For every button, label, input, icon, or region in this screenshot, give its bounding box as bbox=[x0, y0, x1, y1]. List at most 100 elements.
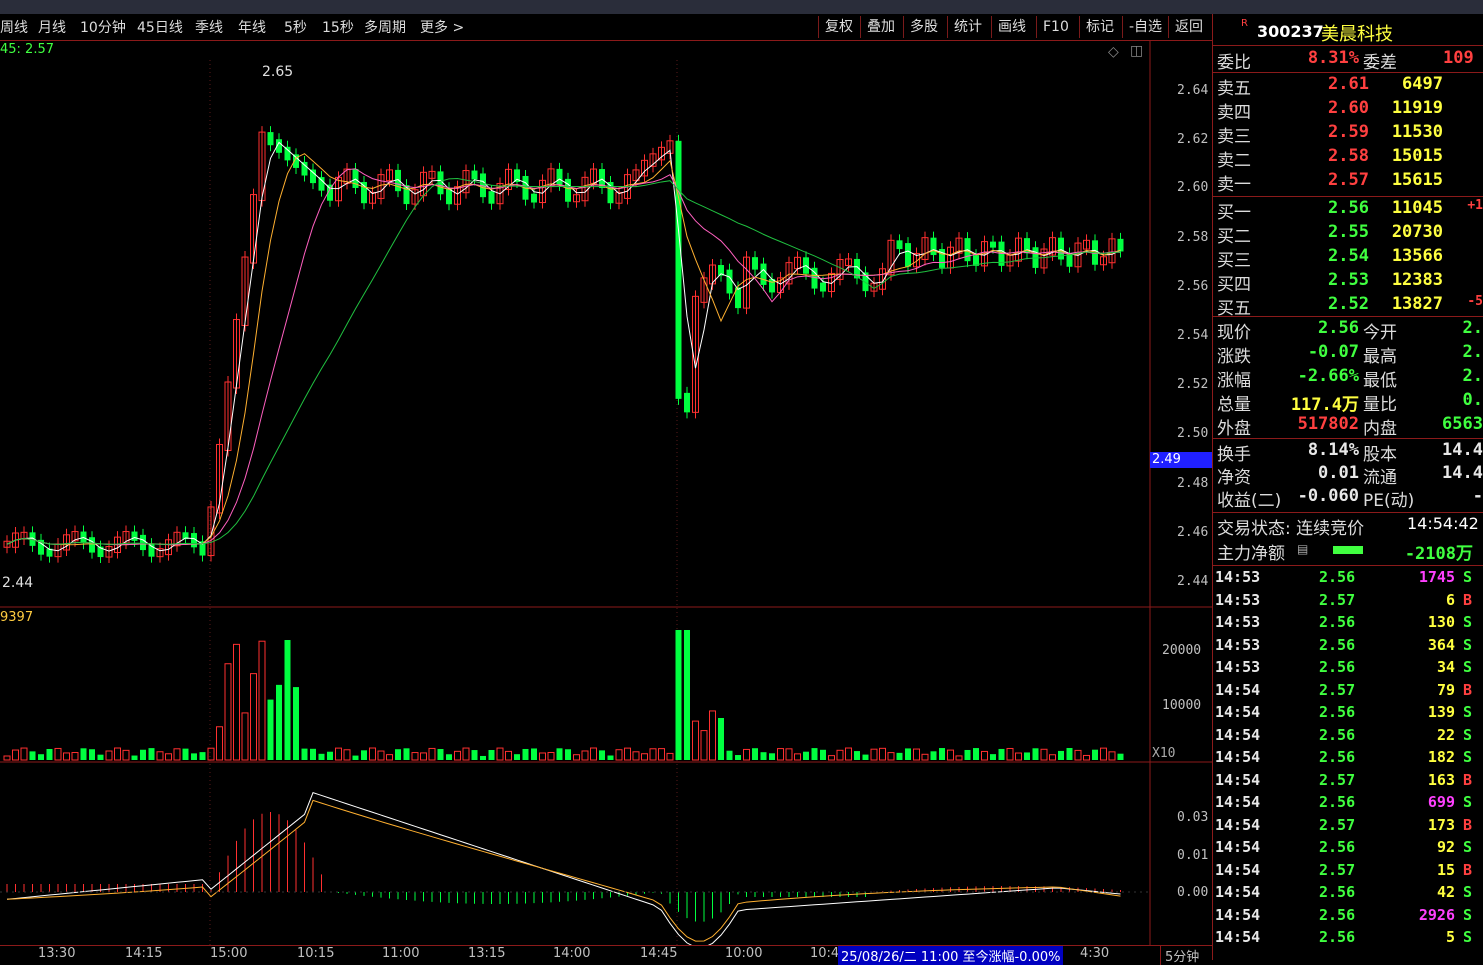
f10-button[interactable]: F10 bbox=[1036, 16, 1075, 38]
panel-toggle-icon[interactable]: ◫ bbox=[1130, 43, 1143, 59]
stats-button[interactable]: 统计 bbox=[947, 16, 988, 38]
trade-row[interactable]: 14:53 2.56 1745 S bbox=[1213, 568, 1483, 590]
trade-row[interactable]: 14:54 2.56 5 S bbox=[1213, 928, 1483, 950]
bid-row[interactable]: 买三 2.54 13566 bbox=[1213, 246, 1483, 271]
mark-button[interactable]: 标记 bbox=[1079, 16, 1120, 38]
ask-row[interactable]: 卖三 2.59 11530 bbox=[1213, 122, 1483, 147]
period-10min[interactable]: 10分钟 bbox=[80, 17, 126, 37]
candle-body bbox=[471, 170, 478, 180]
bid-row[interactable]: 买四 2.53 12383 bbox=[1213, 270, 1483, 295]
crosshair-status: 25/08/26/二 11:00 至今涨幅-0.00% bbox=[838, 946, 1064, 965]
kline-svg[interactable] bbox=[0, 40, 1212, 945]
period-45day[interactable]: 45日线 bbox=[137, 17, 183, 37]
diamond-icon[interactable]: ◇ bbox=[1108, 44, 1119, 60]
stat-value: 2.56 bbox=[1318, 318, 1359, 338]
trade-side: B bbox=[1463, 815, 1473, 834]
trade-row[interactable]: 14:54 2.56 699 S bbox=[1213, 793, 1483, 815]
trade-time: 14:54 bbox=[1215, 860, 1261, 879]
volume-bar bbox=[352, 755, 359, 760]
trade-row[interactable]: 14:54 2.57 15 B bbox=[1213, 861, 1483, 883]
main-flow-value: -2108万 bbox=[1404, 544, 1473, 564]
trade-row[interactable]: 14:54 2.56 2926 S bbox=[1213, 906, 1483, 928]
volume-bar bbox=[658, 748, 665, 761]
bid-row[interactable]: 买五 2.52 13827 -5 bbox=[1213, 294, 1483, 319]
period-5sec[interactable]: 5秒 bbox=[284, 17, 307, 37]
draw-line-button[interactable]: 画线 bbox=[991, 16, 1032, 38]
trade-price: 2.56 bbox=[1319, 905, 1356, 924]
volume-bar bbox=[241, 712, 249, 761]
trade-time: 14:54 bbox=[1215, 928, 1261, 946]
ask-price: 2.57 bbox=[1328, 170, 1369, 190]
period-more[interactable]: 更多 > bbox=[420, 17, 464, 37]
period-15sec[interactable]: 15秒 bbox=[322, 17, 354, 37]
volume-bar bbox=[1092, 749, 1098, 760]
volume-bar bbox=[1040, 748, 1048, 761]
trade-row[interactable]: 14:54 2.56 139 S bbox=[1213, 703, 1483, 725]
volume-bar bbox=[233, 643, 240, 761]
stat-label: 换手 bbox=[1217, 445, 1251, 465]
volume-bar bbox=[38, 754, 44, 760]
bid-volume: 13566 bbox=[1391, 246, 1443, 266]
period-year[interactable]: 年线 bbox=[238, 17, 266, 37]
trade-row[interactable]: 14:54 2.57 173 B bbox=[1213, 816, 1483, 838]
list-icon[interactable]: ▤ bbox=[1297, 542, 1308, 556]
adjust-button[interactable]: 复权 bbox=[818, 16, 859, 38]
volume-bar bbox=[496, 747, 504, 761]
trade-volume: 163 bbox=[1427, 770, 1455, 789]
trade-row[interactable]: 14:54 2.57 79 B bbox=[1213, 681, 1483, 703]
trade-row[interactable]: 14:54 2.56 42 S bbox=[1213, 883, 1483, 905]
stat-label: 最低 bbox=[1363, 371, 1397, 391]
trade-volume: 139 bbox=[1427, 703, 1455, 721]
stat-label: 涨跌 bbox=[1217, 347, 1251, 367]
bid-row[interactable]: 买二 2.55 20730 bbox=[1213, 222, 1483, 247]
watchlist-button[interactable]: -自选 bbox=[1122, 16, 1168, 38]
period-indicator[interactable]: 5分钟 bbox=[1160, 946, 1199, 965]
period-quarter[interactable]: 季线 bbox=[195, 17, 223, 37]
period-multi[interactable]: 多周期 bbox=[364, 17, 406, 37]
overlay-button[interactable]: 叠加 bbox=[860, 16, 901, 38]
trade-row[interactable]: 14:54 2.57 163 B bbox=[1213, 771, 1483, 793]
ask-row[interactable]: 卖一 2.57 15615 bbox=[1213, 170, 1483, 195]
trade-row[interactable]: 14:53 2.56 364 S bbox=[1213, 636, 1483, 658]
volume-tick: 10000 bbox=[1162, 698, 1202, 713]
multi-stock-button[interactable]: 多股 bbox=[903, 16, 944, 38]
trade-side: B bbox=[1463, 680, 1473, 699]
trade-row[interactable]: 14:54 2.56 22 S bbox=[1213, 726, 1483, 748]
trade-volume: 42 bbox=[1436, 883, 1455, 901]
kline-chart-area[interactable]: 45: 2.57 2.65 2.44 ◇ ◫ 2.64 2.62 2.60 2.… bbox=[0, 40, 1214, 945]
trade-row[interactable]: 14:54 2.56 182 S bbox=[1213, 748, 1483, 770]
volume-bar bbox=[403, 748, 410, 760]
price-tick: 2.54 bbox=[1177, 328, 1209, 343]
ask-volume: 11919 bbox=[1391, 98, 1443, 118]
trade-row[interactable]: 14:54 2.56 92 S bbox=[1213, 838, 1483, 860]
trade-row[interactable]: 14:53 2.56 34 S bbox=[1213, 658, 1483, 680]
ask-row[interactable]: 卖四 2.60 11919 bbox=[1213, 98, 1483, 123]
stat-value: 117.4万 bbox=[1290, 395, 1359, 415]
trade-time: 14:54 bbox=[1215, 793, 1261, 811]
trade-price: 2.56 bbox=[1319, 613, 1356, 631]
trade-row[interactable]: 14:53 2.57 6 B bbox=[1213, 591, 1483, 613]
stat-row: 外盘 517802 内盘 6563 bbox=[1213, 414, 1483, 439]
window-top-strip bbox=[0, 0, 1483, 15]
ask-volume: 6497 bbox=[1402, 74, 1443, 94]
bid-row[interactable]: 买一 2.56 11045 +1 bbox=[1213, 198, 1483, 223]
volume-bar bbox=[480, 755, 486, 760]
ask-row[interactable]: 卖五 2.61 6497 bbox=[1213, 74, 1483, 99]
period-weekly[interactable]: 周线 bbox=[0, 17, 28, 37]
x-tick: 13:15 bbox=[468, 946, 506, 961]
period-monthly[interactable]: 月线 bbox=[38, 17, 66, 37]
volume-bar bbox=[1108, 751, 1116, 761]
candle-body bbox=[556, 168, 563, 185]
volume-bar bbox=[760, 752, 767, 760]
volume-bar bbox=[573, 754, 580, 761]
back-button[interactable]: 返回 bbox=[1168, 16, 1209, 38]
stat-value: -2.66% bbox=[1297, 366, 1359, 386]
ask-row[interactable]: 卖二 2.58 15015 bbox=[1213, 146, 1483, 171]
trade-price: 2.56 bbox=[1319, 703, 1356, 721]
trade-row[interactable]: 14:53 2.56 130 S bbox=[1213, 613, 1483, 635]
volume-bar bbox=[973, 748, 979, 760]
volume-bar bbox=[165, 753, 172, 761]
trade-side: B bbox=[1463, 590, 1473, 609]
volume-bar bbox=[12, 749, 19, 761]
volume-bar bbox=[131, 755, 138, 760]
